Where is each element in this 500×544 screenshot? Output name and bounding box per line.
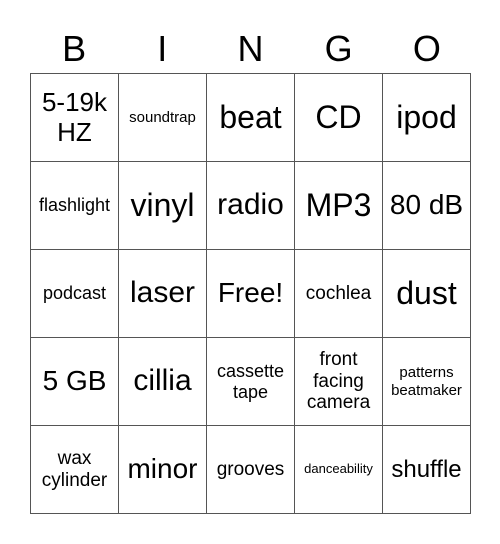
bingo-cell[interactable]: beat	[206, 73, 295, 162]
bingo-cell[interactable]: vinyl	[118, 161, 207, 250]
bingo-cell free-space[interactable]: Free!	[206, 249, 295, 338]
bingo-cell[interactable]: 80 dB	[382, 161, 471, 250]
bingo-cell[interactable]: 5-19k HZ	[30, 73, 119, 162]
bingo-cell[interactable]: podcast	[30, 249, 119, 338]
card-row: podcast laser Free! cochlea dust	[30, 249, 471, 338]
bingo-cell[interactable]: CD	[294, 73, 383, 162]
bingo-cell[interactable]: laser	[118, 249, 207, 338]
header-letter-i: I	[157, 28, 168, 69]
bingo-header: B I N G O	[30, 28, 471, 70]
bingo-cell[interactable]: ipod	[382, 73, 471, 162]
bingo-cell[interactable]: MP3	[294, 161, 383, 250]
bingo-cell[interactable]: cassette tape	[206, 337, 295, 426]
bingo-cell[interactable]: front facing camera	[294, 337, 383, 426]
header-letter-n: N	[237, 28, 264, 69]
bingo-cell[interactable]: radio	[206, 161, 295, 250]
bingo-card: 5-19k HZ soundtrap beat CD ipod flashlig…	[30, 73, 471, 514]
bingo-cell[interactable]: wax cylinder	[30, 425, 119, 514]
header-letter-g: G	[324, 28, 353, 69]
card-row: wax cylinder minor grooves danceability …	[30, 425, 471, 514]
bingo-cell[interactable]: patterns beatmaker	[382, 337, 471, 426]
bingo-cell[interactable]: cillia	[118, 337, 207, 426]
card-row: 5 GB cillia cassette tape front facing c…	[30, 337, 471, 426]
bingo-cell[interactable]: shuffle	[382, 425, 471, 514]
bingo-cell[interactable]: minor	[118, 425, 207, 514]
card-row: 5-19k HZ soundtrap beat CD ipod	[30, 73, 471, 162]
card-row: flashlight vinyl radio MP3 80 dB	[30, 161, 471, 250]
bingo-cell[interactable]: cochlea	[294, 249, 383, 338]
header-letter-o: O	[412, 28, 441, 69]
header-letter-b: B	[62, 28, 87, 69]
bingo-cell[interactable]: 5 GB	[30, 337, 119, 426]
bingo-cell[interactable]: grooves	[206, 425, 295, 514]
bingo-cell[interactable]: dust	[382, 249, 471, 338]
bingo-cell[interactable]: flashlight	[30, 161, 119, 250]
bingo-cell[interactable]: soundtrap	[118, 73, 207, 162]
bingo-cell[interactable]: danceability	[294, 425, 383, 514]
